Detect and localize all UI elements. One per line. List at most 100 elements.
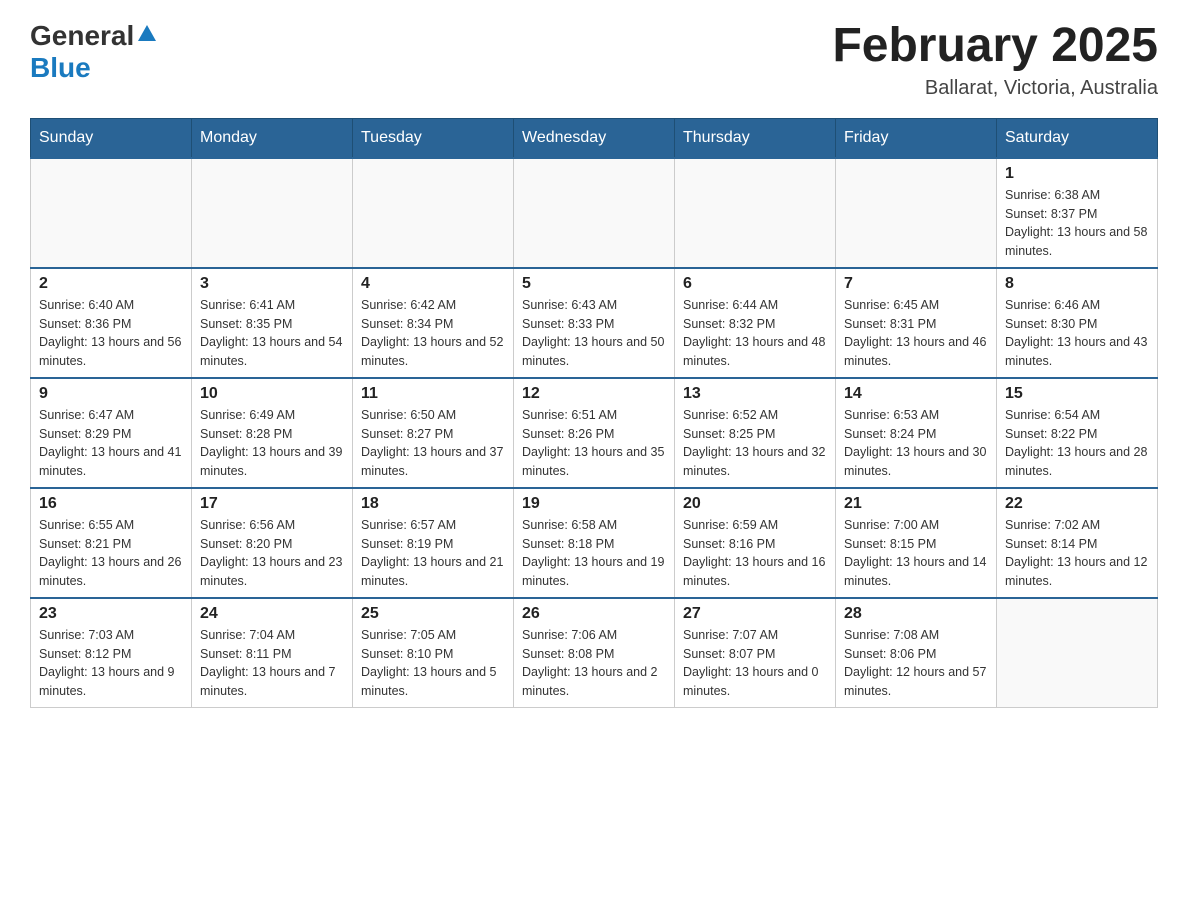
table-cell: 3Sunrise: 6:41 AM Sunset: 8:35 PM Daylig…	[192, 268, 353, 378]
weekday-header-row: Sunday Monday Tuesday Wednesday Thursday…	[31, 118, 1158, 158]
table-cell: 9 Sunrise: 6:47 AM Sunset: 8:29 PM Daylig…	[31, 378, 192, 488]
day-number: 8	[1005, 275, 1149, 293]
day-info: Sunrise: 7:06 AM Sunset: 8:08 PM Dayligh…	[522, 626, 666, 701]
table-cell: 28 Sunrise: 7:08 AM Sunset: 8:06 PM Dayli…	[836, 598, 997, 708]
table-cell: 11Sunrise: 6:50 AM Sunset: 8:27 PM Dayli…	[353, 378, 514, 488]
day-number: 6	[683, 275, 827, 293]
header-sunday: Sunday	[31, 118, 192, 158]
day-number: 7	[844, 275, 988, 293]
day-number: 17	[200, 495, 344, 513]
logo-general-text: General	[30, 20, 134, 52]
header-friday: Friday	[836, 118, 997, 158]
month-title: February 2025	[832, 20, 1158, 73]
header-saturday: Saturday	[997, 118, 1158, 158]
day-info: Sunrise: 6:52 AM Sunset: 8:25 PM Dayligh…	[683, 406, 827, 481]
table-cell: 23 Sunrise: 7:03 AM Sunset: 8:12 PM Dayli…	[31, 598, 192, 708]
day-number: 22	[1005, 495, 1149, 513]
day-number: 25	[361, 605, 505, 623]
table-cell: 6 Sunrise: 6:44 AM Sunset: 8:32 PM Daylig…	[675, 268, 836, 378]
table-cell	[514, 158, 675, 268]
table-cell: 8 Sunrise: 6:46 AM Sunset: 8:30 PM Daylig…	[997, 268, 1158, 378]
table-cell: 24 Sunrise: 7:04 AM Sunset: 8:11 PM Dayli…	[192, 598, 353, 708]
day-number: 23	[39, 605, 183, 623]
location-text: Ballarat, Victoria, Australia	[832, 77, 1158, 100]
day-number: 19	[522, 495, 666, 513]
day-number: 16	[39, 495, 183, 513]
calendar-table: Sunday Monday Tuesday Wednesday Thursday…	[30, 118, 1158, 708]
day-info: Sunrise: 7:00 AM Sunset: 8:15 PM Dayligh…	[844, 516, 988, 591]
day-number: 21	[844, 495, 988, 513]
week-row-4: 23 Sunrise: 7:03 AM Sunset: 8:12 PM Dayli…	[31, 598, 1158, 708]
logo-arrow-icon	[136, 23, 158, 45]
day-info: Sunrise: 6:46 AM Sunset: 8:30 PM Dayligh…	[1005, 296, 1149, 371]
table-cell: 16Sunrise: 6:55 AM Sunset: 8:21 PM Dayli…	[31, 488, 192, 598]
day-info: Sunrise: 6:43 AM Sunset: 8:33 PM Dayligh…	[522, 296, 666, 371]
page-header: General Blue February 2025 Ballarat, Vic…	[30, 20, 1158, 100]
day-info: Sunrise: 6:49 AM Sunset: 8:28 PM Dayligh…	[200, 406, 344, 481]
logo: General Blue	[30, 20, 158, 84]
day-number: 2	[39, 275, 183, 293]
table-cell: 2Sunrise: 6:40 AM Sunset: 8:36 PM Daylig…	[31, 268, 192, 378]
day-number: 26	[522, 605, 666, 623]
day-number: 24	[200, 605, 344, 623]
day-info: Sunrise: 6:51 AM Sunset: 8:26 PM Dayligh…	[522, 406, 666, 481]
week-row-1: 2Sunrise: 6:40 AM Sunset: 8:36 PM Daylig…	[31, 268, 1158, 378]
day-number: 4	[361, 275, 505, 293]
day-number: 5	[522, 275, 666, 293]
day-info: Sunrise: 6:50 AM Sunset: 8:27 PM Dayligh…	[361, 406, 505, 481]
table-cell: 1Sunrise: 6:38 AM Sunset: 8:37 PM Daylig…	[997, 158, 1158, 268]
table-cell: 21 Sunrise: 7:00 AM Sunset: 8:15 PM Dayli…	[836, 488, 997, 598]
table-cell: 13 Sunrise: 6:52 AM Sunset: 8:25 PM Dayli…	[675, 378, 836, 488]
table-cell: 26 Sunrise: 7:06 AM Sunset: 8:08 PM Dayli…	[514, 598, 675, 708]
table-cell: 15Sunrise: 6:54 AM Sunset: 8:22 PM Dayli…	[997, 378, 1158, 488]
table-cell	[353, 158, 514, 268]
day-info: Sunrise: 6:59 AM Sunset: 8:16 PM Dayligh…	[683, 516, 827, 591]
table-cell: 22 Sunrise: 7:02 AM Sunset: 8:14 PM Dayli…	[997, 488, 1158, 598]
day-info: Sunrise: 6:56 AM Sunset: 8:20 PM Dayligh…	[200, 516, 344, 591]
day-info: Sunrise: 6:47 AM Sunset: 8:29 PM Dayligh…	[39, 406, 183, 481]
week-row-2: 9 Sunrise: 6:47 AM Sunset: 8:29 PM Daylig…	[31, 378, 1158, 488]
table-cell: 18 Sunrise: 6:57 AM Sunset: 8:19 PM Dayli…	[353, 488, 514, 598]
title-block: February 2025 Ballarat, Victoria, Austra…	[832, 20, 1158, 100]
day-info: Sunrise: 6:53 AM Sunset: 8:24 PM Dayligh…	[844, 406, 988, 481]
day-info: Sunrise: 7:07 AM Sunset: 8:07 PM Dayligh…	[683, 626, 827, 701]
table-cell	[675, 158, 836, 268]
header-tuesday: Tuesday	[353, 118, 514, 158]
day-number: 18	[361, 495, 505, 513]
table-cell	[192, 158, 353, 268]
day-info: Sunrise: 7:04 AM Sunset: 8:11 PM Dayligh…	[200, 626, 344, 701]
day-info: Sunrise: 6:57 AM Sunset: 8:19 PM Dayligh…	[361, 516, 505, 591]
table-cell	[997, 598, 1158, 708]
table-cell: 7 Sunrise: 6:45 AM Sunset: 8:31 PM Daylig…	[836, 268, 997, 378]
day-number: 1	[1005, 165, 1149, 183]
table-cell: 27Sunrise: 7:07 AM Sunset: 8:07 PM Dayli…	[675, 598, 836, 708]
day-number: 14	[844, 385, 988, 403]
table-cell: 10 Sunrise: 6:49 AM Sunset: 8:28 PM Dayli…	[192, 378, 353, 488]
table-cell: 12 Sunrise: 6:51 AM Sunset: 8:26 PM Dayli…	[514, 378, 675, 488]
day-info: Sunrise: 6:42 AM Sunset: 8:34 PM Dayligh…	[361, 296, 505, 371]
day-info: Sunrise: 7:08 AM Sunset: 8:06 PM Dayligh…	[844, 626, 988, 701]
week-row-3: 16Sunrise: 6:55 AM Sunset: 8:21 PM Dayli…	[31, 488, 1158, 598]
day-number: 3	[200, 275, 344, 293]
day-number: 28	[844, 605, 988, 623]
day-number: 13	[683, 385, 827, 403]
header-wednesday: Wednesday	[514, 118, 675, 158]
day-info: Sunrise: 7:03 AM Sunset: 8:12 PM Dayligh…	[39, 626, 183, 701]
day-number: 10	[200, 385, 344, 403]
logo-blue-text: Blue	[30, 52, 91, 84]
table-cell: 5 Sunrise: 6:43 AM Sunset: 8:33 PM Daylig…	[514, 268, 675, 378]
day-info: Sunrise: 6:45 AM Sunset: 8:31 PM Dayligh…	[844, 296, 988, 371]
day-number: 15	[1005, 385, 1149, 403]
table-cell: 20Sunrise: 6:59 AM Sunset: 8:16 PM Dayli…	[675, 488, 836, 598]
day-info: Sunrise: 7:02 AM Sunset: 8:14 PM Dayligh…	[1005, 516, 1149, 591]
header-thursday: Thursday	[675, 118, 836, 158]
table-cell: 17 Sunrise: 6:56 AM Sunset: 8:20 PM Dayli…	[192, 488, 353, 598]
day-number: 9	[39, 385, 183, 403]
day-info: Sunrise: 6:44 AM Sunset: 8:32 PM Dayligh…	[683, 296, 827, 371]
table-cell: 14 Sunrise: 6:53 AM Sunset: 8:24 PM Dayli…	[836, 378, 997, 488]
header-monday: Monday	[192, 118, 353, 158]
day-number: 12	[522, 385, 666, 403]
table-cell: 25 Sunrise: 7:05 AM Sunset: 8:10 PM Dayli…	[353, 598, 514, 708]
table-cell: 19Sunrise: 6:58 AM Sunset: 8:18 PM Dayli…	[514, 488, 675, 598]
day-info: Sunrise: 7:05 AM Sunset: 8:10 PM Dayligh…	[361, 626, 505, 701]
